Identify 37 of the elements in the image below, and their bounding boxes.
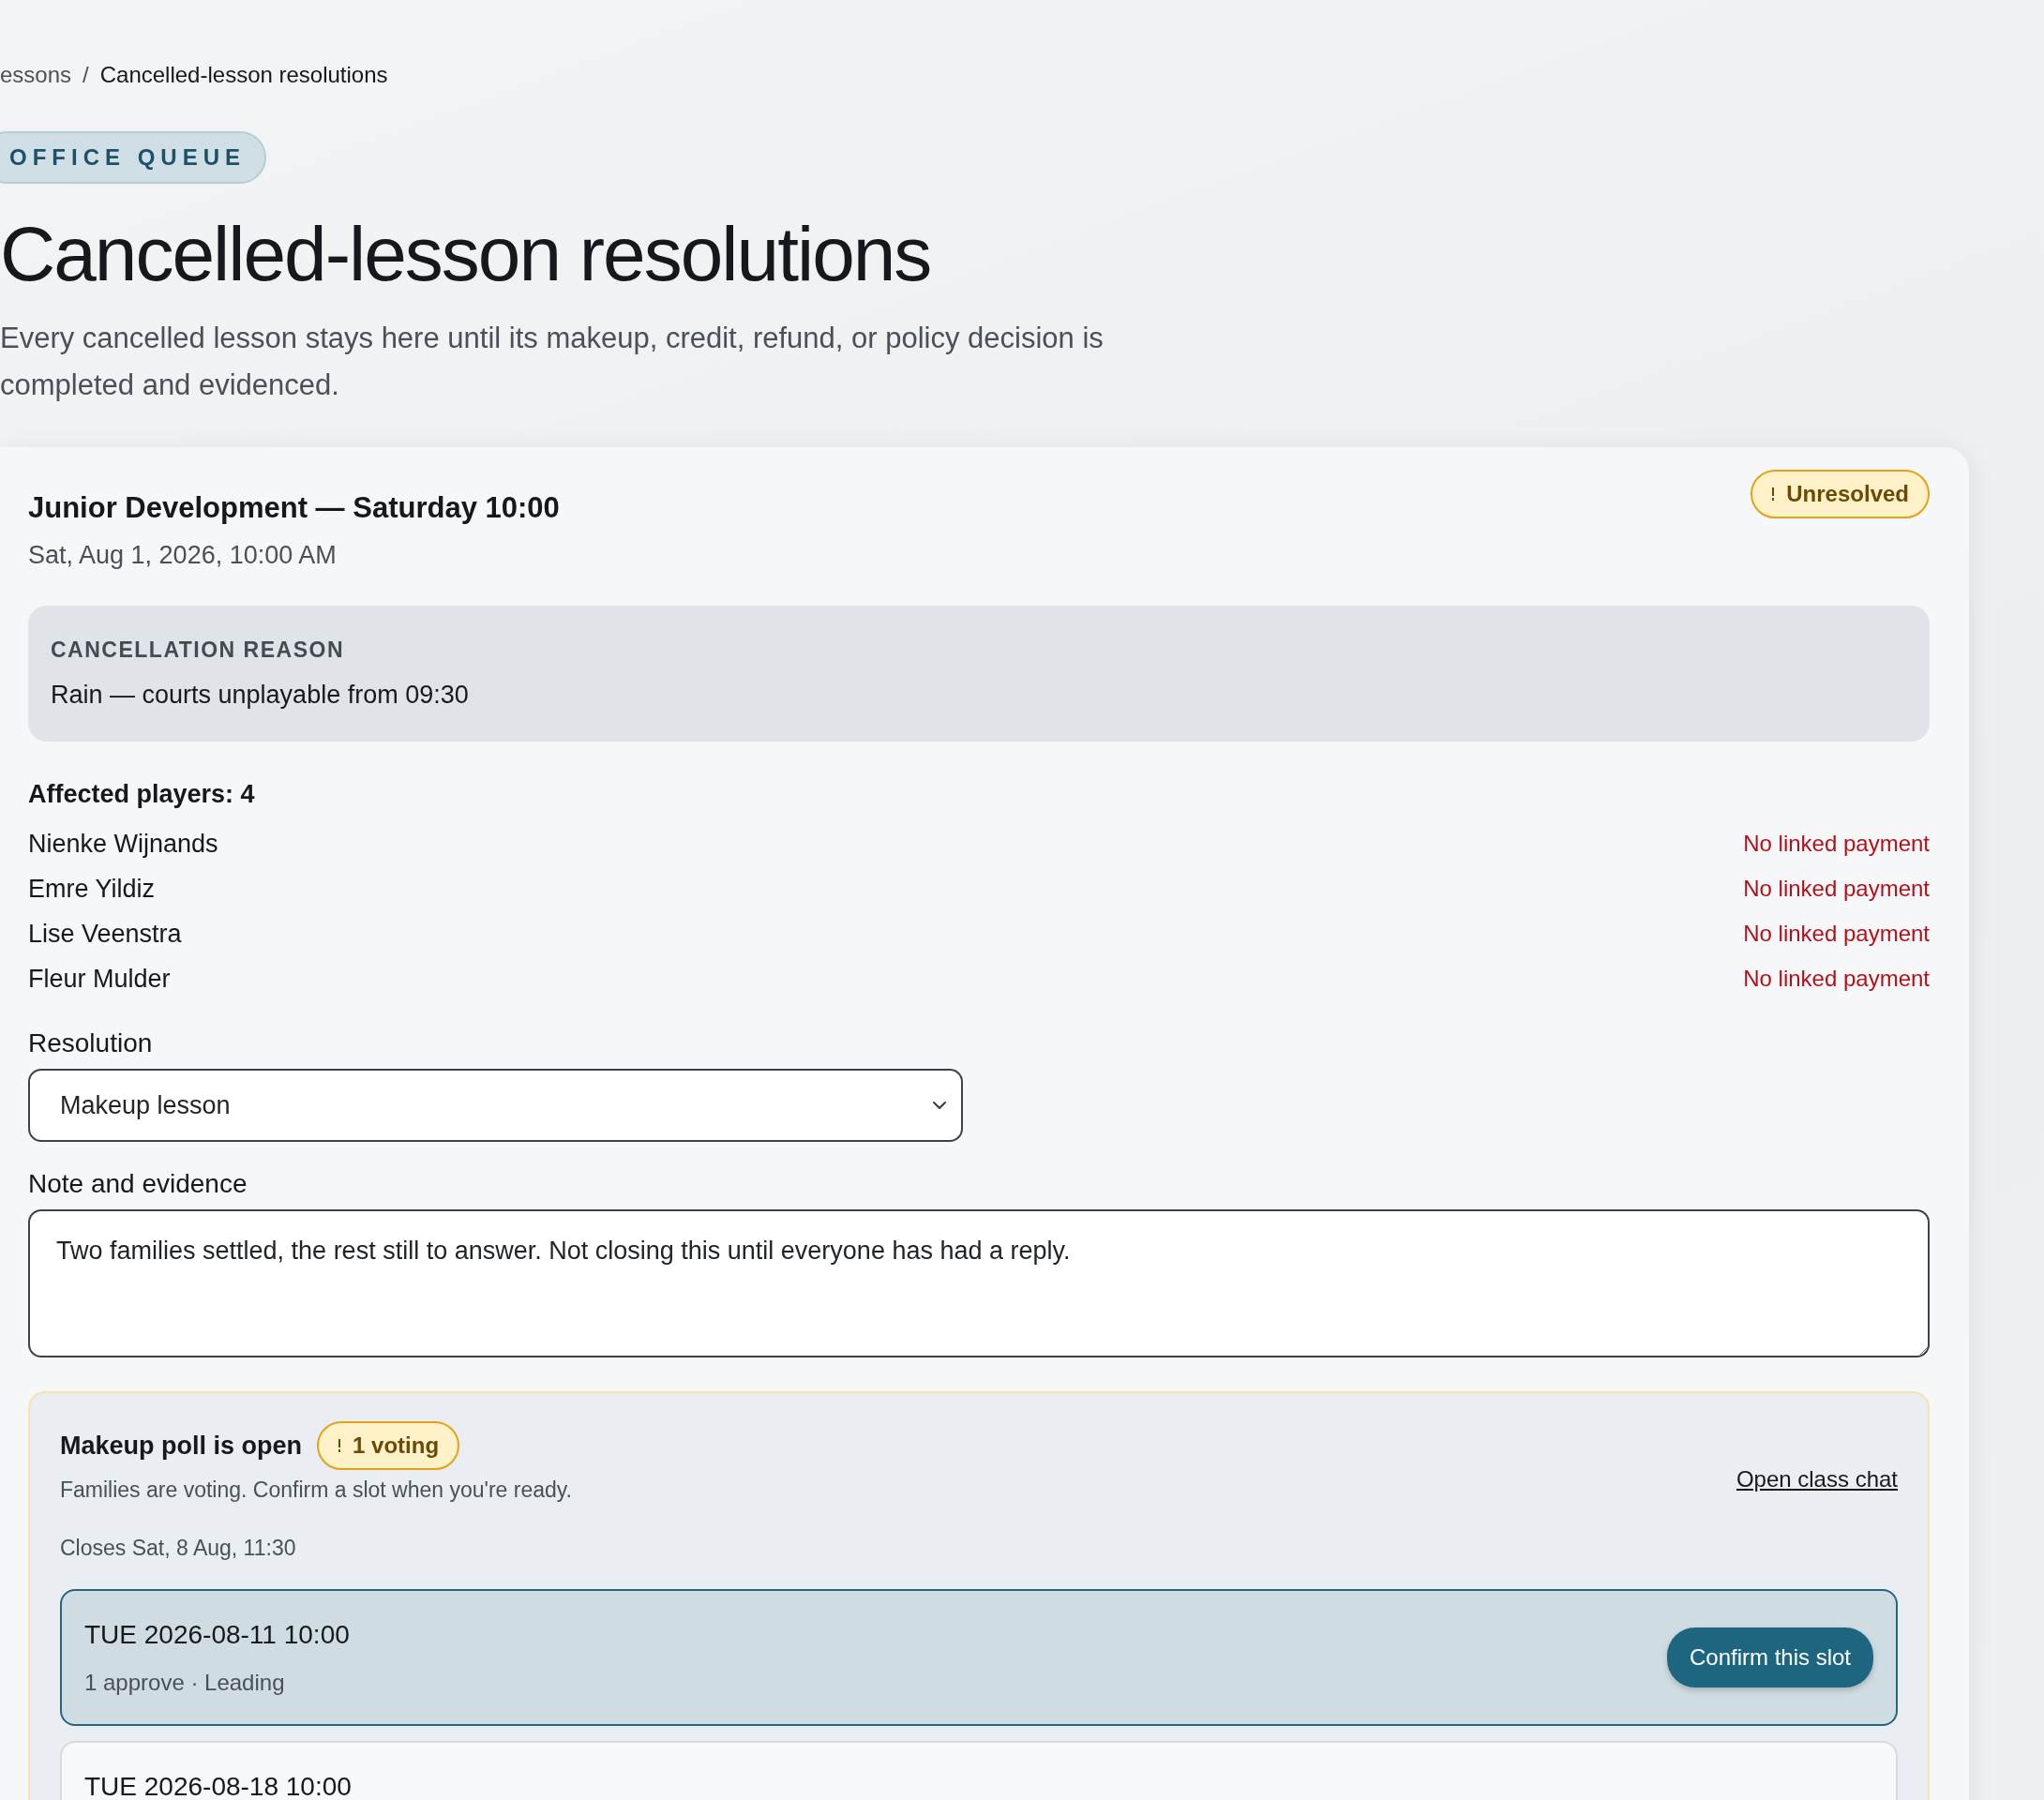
poll-subtitle: Families are voting. Confirm a slot when you're ready. [60, 1476, 572, 1504]
resolution-select[interactable]: Makeup lesson [28, 1068, 963, 1142]
poll-title: Makeup poll is open [60, 1430, 303, 1462]
breadcrumb-current: Cancelled-lesson resolutions [99, 61, 388, 89]
payment-status: No linked payment [1743, 919, 1930, 948]
player-name: Fleur Mulder [28, 963, 171, 995]
section-tag: OFFICE QUEUE [0, 131, 266, 184]
lesson-title: Junior Development — Saturday 10:00 [28, 490, 560, 527]
page-title: Cancelled-lesson resolutions [0, 212, 932, 297]
slot-date: TUE 2026-08-18 10:00 [84, 1770, 352, 1800]
poll-close-time: Closes Sat, 8 Aug, 11:30 [60, 1535, 297, 1563]
player-name: Nienke Wijnands [28, 828, 218, 860]
field-label: Note and evidence [28, 1167, 248, 1200]
slot-option[interactable]: TUE 2026-08-11 10:00 1 approve · Leading Confirm this slot [60, 1588, 1898, 1726]
breadcrumb-separator: / [83, 61, 89, 89]
breadcrumb-link[interactable]: essons [0, 58, 72, 92]
voting-badge: 1 voting [317, 1420, 460, 1470]
payment-status: No linked payment [1743, 874, 1930, 903]
class-chat-link[interactable]: Open class chat [1736, 1462, 1898, 1497]
lesson-date: Sat, Aug 1, 2026, 10:00 AM [28, 539, 338, 571]
affected-count: Affected players: 4 [28, 779, 256, 811]
note-field[interactable]: Two families settled, the rest still to answer. Not closing this until everyone has had a reply. [28, 1208, 1930, 1358]
status-badge: Unresolved [1751, 470, 1930, 519]
slot-votes: 1 approve · Leading [84, 1668, 286, 1697]
slot-option[interactable]: TUE 2026-08-18 10:00 [60, 1740, 1898, 1800]
slot-date: TUE 2026-08-11 10:00 [84, 1618, 350, 1651]
page-description: Every cancelled lesson stays here until its makeup, credit, refund, or policy decision is completed and evidenced. [0, 321, 1105, 403]
alert-icon [338, 1438, 342, 1452]
confirm-slot-button[interactable]: Confirm this slot [1666, 1627, 1873, 1688]
player-name: Lise Veenstra [28, 918, 182, 950]
player-name: Emre Yildiz [28, 873, 156, 905]
alert-icon [1771, 488, 1776, 502]
field-label: Resolution [28, 1027, 153, 1059]
payment-status: No linked payment [1743, 829, 1930, 858]
reason-text: Rain — courts unplayable from 09:30 [51, 679, 470, 711]
payment-status: No linked payment [1743, 964, 1930, 993]
reason-label: CANCELLATION REASON [51, 637, 345, 665]
